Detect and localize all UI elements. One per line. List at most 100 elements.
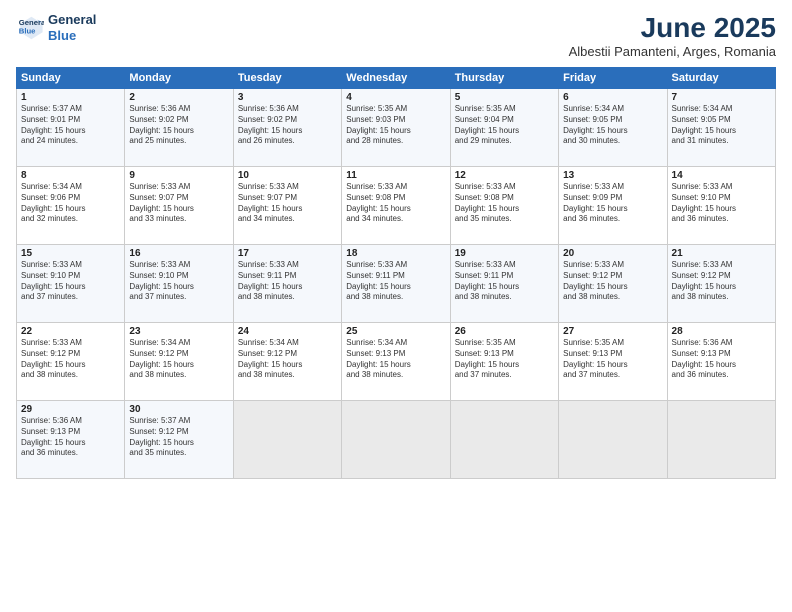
day-number: 25 xyxy=(346,326,445,337)
table-row: 26Sunrise: 5:35 AM Sunset: 9:13 PM Dayli… xyxy=(450,323,558,401)
day-info: Sunrise: 5:35 AM Sunset: 9:13 PM Dayligh… xyxy=(563,338,662,381)
table-row: 19Sunrise: 5:33 AM Sunset: 9:11 PM Dayli… xyxy=(450,245,558,323)
month-title: June 2025 xyxy=(569,12,776,44)
table-row xyxy=(233,401,341,479)
page: General Blue General Blue June 2025 Albe… xyxy=(0,0,792,612)
day-number: 24 xyxy=(238,326,337,337)
day-number: 22 xyxy=(21,326,120,337)
day-number: 20 xyxy=(563,248,662,259)
day-info: Sunrise: 5:33 AM Sunset: 9:11 PM Dayligh… xyxy=(346,260,445,303)
day-info: Sunrise: 5:36 AM Sunset: 9:13 PM Dayligh… xyxy=(21,416,120,459)
day-info: Sunrise: 5:33 AM Sunset: 9:07 PM Dayligh… xyxy=(129,182,228,225)
day-info: Sunrise: 5:33 AM Sunset: 9:09 PM Dayligh… xyxy=(563,182,662,225)
calendar-week-row: 15Sunrise: 5:33 AM Sunset: 9:10 PM Dayli… xyxy=(17,245,776,323)
table-row: 22Sunrise: 5:33 AM Sunset: 9:12 PM Dayli… xyxy=(17,323,125,401)
day-number: 5 xyxy=(455,92,554,103)
col-saturday: Saturday xyxy=(667,68,775,89)
day-info: Sunrise: 5:35 AM Sunset: 9:04 PM Dayligh… xyxy=(455,104,554,147)
day-number: 7 xyxy=(672,92,771,103)
day-number: 21 xyxy=(672,248,771,259)
table-row: 11Sunrise: 5:33 AM Sunset: 9:08 PM Dayli… xyxy=(342,167,450,245)
table-row xyxy=(667,401,775,479)
day-number: 2 xyxy=(129,92,228,103)
table-row: 30Sunrise: 5:37 AM Sunset: 9:12 PM Dayli… xyxy=(125,401,233,479)
day-number: 6 xyxy=(563,92,662,103)
day-number: 27 xyxy=(563,326,662,337)
day-number: 12 xyxy=(455,170,554,181)
day-info: Sunrise: 5:33 AM Sunset: 9:10 PM Dayligh… xyxy=(129,260,228,303)
day-info: Sunrise: 5:33 AM Sunset: 9:12 PM Dayligh… xyxy=(21,338,120,381)
day-info: Sunrise: 5:33 AM Sunset: 9:10 PM Dayligh… xyxy=(21,260,120,303)
col-thursday: Thursday xyxy=(450,68,558,89)
day-info: Sunrise: 5:34 AM Sunset: 9:06 PM Dayligh… xyxy=(21,182,120,225)
col-friday: Friday xyxy=(559,68,667,89)
day-info: Sunrise: 5:37 AM Sunset: 9:12 PM Dayligh… xyxy=(129,416,228,459)
logo-icon: General Blue xyxy=(16,14,44,42)
day-number: 28 xyxy=(672,326,771,337)
day-number: 19 xyxy=(455,248,554,259)
day-info: Sunrise: 5:34 AM Sunset: 9:05 PM Dayligh… xyxy=(563,104,662,147)
col-wednesday: Wednesday xyxy=(342,68,450,89)
day-number: 16 xyxy=(129,248,228,259)
calendar-week-row: 22Sunrise: 5:33 AM Sunset: 9:12 PM Dayli… xyxy=(17,323,776,401)
title-block: June 2025 Albestii Pamanteni, Arges, Rom… xyxy=(569,12,776,59)
day-number: 15 xyxy=(21,248,120,259)
day-number: 17 xyxy=(238,248,337,259)
day-info: Sunrise: 5:34 AM Sunset: 9:13 PM Dayligh… xyxy=(346,338,445,381)
table-row: 13Sunrise: 5:33 AM Sunset: 9:09 PM Dayli… xyxy=(559,167,667,245)
day-number: 3 xyxy=(238,92,337,103)
col-tuesday: Tuesday xyxy=(233,68,341,89)
col-monday: Monday xyxy=(125,68,233,89)
table-row: 29Sunrise: 5:36 AM Sunset: 9:13 PM Dayli… xyxy=(17,401,125,479)
day-info: Sunrise: 5:36 AM Sunset: 9:13 PM Dayligh… xyxy=(672,338,771,381)
header-row: Sunday Monday Tuesday Wednesday Thursday… xyxy=(17,68,776,89)
day-info: Sunrise: 5:35 AM Sunset: 9:13 PM Dayligh… xyxy=(455,338,554,381)
table-row: 5Sunrise: 5:35 AM Sunset: 9:04 PM Daylig… xyxy=(450,89,558,167)
day-info: Sunrise: 5:33 AM Sunset: 9:11 PM Dayligh… xyxy=(455,260,554,303)
day-number: 14 xyxy=(672,170,771,181)
day-number: 11 xyxy=(346,170,445,181)
day-number: 1 xyxy=(21,92,120,103)
logo-text: General Blue xyxy=(48,12,96,43)
table-row: 2Sunrise: 5:36 AM Sunset: 9:02 PM Daylig… xyxy=(125,89,233,167)
day-info: Sunrise: 5:33 AM Sunset: 9:12 PM Dayligh… xyxy=(563,260,662,303)
table-row: 4Sunrise: 5:35 AM Sunset: 9:03 PM Daylig… xyxy=(342,89,450,167)
day-number: 10 xyxy=(238,170,337,181)
table-row: 12Sunrise: 5:33 AM Sunset: 9:08 PM Dayli… xyxy=(450,167,558,245)
table-row: 24Sunrise: 5:34 AM Sunset: 9:12 PM Dayli… xyxy=(233,323,341,401)
table-row: 25Sunrise: 5:34 AM Sunset: 9:13 PM Dayli… xyxy=(342,323,450,401)
table-row xyxy=(559,401,667,479)
table-row: 7Sunrise: 5:34 AM Sunset: 9:05 PM Daylig… xyxy=(667,89,775,167)
table-row: 3Sunrise: 5:36 AM Sunset: 9:02 PM Daylig… xyxy=(233,89,341,167)
day-number: 29 xyxy=(21,404,120,415)
table-row xyxy=(450,401,558,479)
table-row: 28Sunrise: 5:36 AM Sunset: 9:13 PM Dayli… xyxy=(667,323,775,401)
day-info: Sunrise: 5:34 AM Sunset: 9:12 PM Dayligh… xyxy=(129,338,228,381)
day-info: Sunrise: 5:35 AM Sunset: 9:03 PM Dayligh… xyxy=(346,104,445,147)
calendar-week-row: 29Sunrise: 5:36 AM Sunset: 9:13 PM Dayli… xyxy=(17,401,776,479)
table-row: 20Sunrise: 5:33 AM Sunset: 9:12 PM Dayli… xyxy=(559,245,667,323)
header: General Blue General Blue June 2025 Albe… xyxy=(16,12,776,59)
table-row: 10Sunrise: 5:33 AM Sunset: 9:07 PM Dayli… xyxy=(233,167,341,245)
day-info: Sunrise: 5:33 AM Sunset: 9:10 PM Dayligh… xyxy=(672,182,771,225)
day-info: Sunrise: 5:33 AM Sunset: 9:11 PM Dayligh… xyxy=(238,260,337,303)
day-info: Sunrise: 5:34 AM Sunset: 9:12 PM Dayligh… xyxy=(238,338,337,381)
calendar-week-row: 1Sunrise: 5:37 AM Sunset: 9:01 PM Daylig… xyxy=(17,89,776,167)
day-number: 9 xyxy=(129,170,228,181)
day-info: Sunrise: 5:33 AM Sunset: 9:07 PM Dayligh… xyxy=(238,182,337,225)
calendar-week-row: 8Sunrise: 5:34 AM Sunset: 9:06 PM Daylig… xyxy=(17,167,776,245)
table-row: 15Sunrise: 5:33 AM Sunset: 9:10 PM Dayli… xyxy=(17,245,125,323)
day-info: Sunrise: 5:36 AM Sunset: 9:02 PM Dayligh… xyxy=(129,104,228,147)
day-info: Sunrise: 5:33 AM Sunset: 9:08 PM Dayligh… xyxy=(455,182,554,225)
table-row: 23Sunrise: 5:34 AM Sunset: 9:12 PM Dayli… xyxy=(125,323,233,401)
day-number: 8 xyxy=(21,170,120,181)
table-row: 18Sunrise: 5:33 AM Sunset: 9:11 PM Dayli… xyxy=(342,245,450,323)
col-sunday: Sunday xyxy=(17,68,125,89)
table-row: 6Sunrise: 5:34 AM Sunset: 9:05 PM Daylig… xyxy=(559,89,667,167)
day-number: 4 xyxy=(346,92,445,103)
day-info: Sunrise: 5:34 AM Sunset: 9:05 PM Dayligh… xyxy=(672,104,771,147)
day-number: 26 xyxy=(455,326,554,337)
table-row: 9Sunrise: 5:33 AM Sunset: 9:07 PM Daylig… xyxy=(125,167,233,245)
day-info: Sunrise: 5:33 AM Sunset: 9:08 PM Dayligh… xyxy=(346,182,445,225)
svg-text:General: General xyxy=(19,18,44,27)
